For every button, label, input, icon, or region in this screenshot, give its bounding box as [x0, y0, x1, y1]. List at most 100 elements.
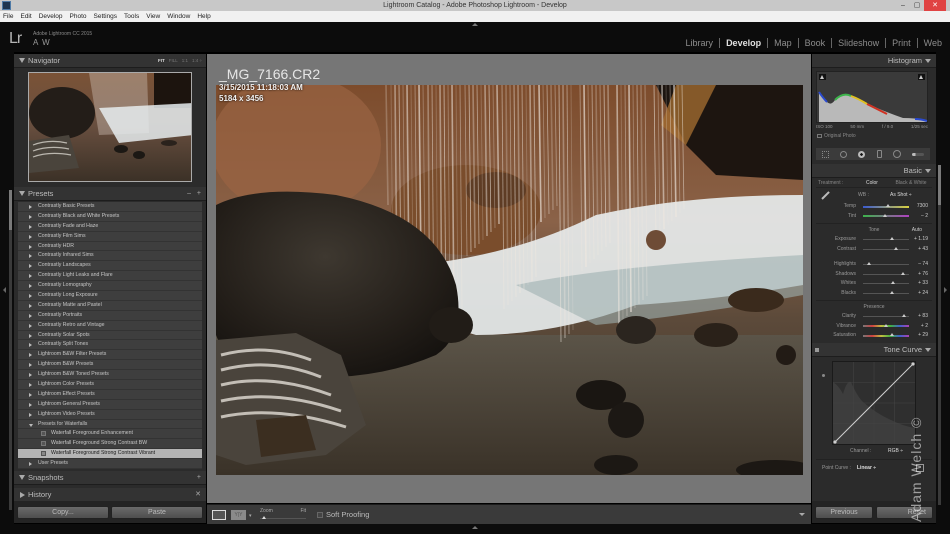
module-book[interactable]: Book — [805, 38, 826, 48]
history-header[interactable]: History ✕ — [14, 488, 206, 502]
shadow-clipping-icon[interactable] — [819, 74, 826, 80]
treatment-black-white[interactable]: Black & White — [890, 178, 932, 187]
slider-saturation[interactable]: Saturation + 29 — [816, 331, 932, 341]
preset-folder[interactable]: Contrastly Long Exposure — [18, 291, 202, 301]
slider-knob[interactable] — [893, 246, 898, 250]
toolbar-menu-icon[interactable] — [799, 513, 805, 516]
basic-header[interactable]: Basic — [812, 164, 936, 178]
slider-value[interactable]: + 2 — [921, 322, 928, 332]
preset-folder[interactable]: Contrastly Black and White Presets — [18, 212, 202, 222]
presets-header[interactable]: Presets – + — [14, 187, 206, 201]
top-panel-toggle-icon[interactable] — [472, 23, 478, 26]
scrollbar-thumb[interactable] — [938, 165, 941, 205]
menu-help[interactable]: Help — [197, 11, 210, 22]
slider-temp[interactable]: Temp 7300 — [816, 202, 932, 212]
slider-exposure[interactable]: Exposure + 1.19 — [816, 235, 932, 245]
menu-view[interactable]: View — [146, 11, 160, 22]
slider-value[interactable]: + 76 — [918, 270, 928, 280]
preset-folder[interactable]: Contrastly Solar Spots — [18, 331, 202, 341]
tone-curve-graph[interactable] — [832, 360, 916, 445]
before-after-menu-icon[interactable]: ▾ — [249, 513, 252, 519]
reset-button[interactable]: Reset — [876, 506, 933, 519]
slider-value[interactable]: + 33 — [918, 279, 928, 289]
channel-select[interactable]: RGB ÷ — [888, 445, 903, 457]
slider-knob[interactable] — [884, 323, 889, 327]
slider-value[interactable]: + 43 — [918, 245, 928, 255]
zoom-1-1[interactable]: 1:1 — [182, 54, 188, 68]
crop-overlay-icon[interactable] — [821, 150, 829, 158]
slider-value[interactable]: + 1.19 — [914, 235, 928, 245]
slider-knob[interactable] — [901, 271, 906, 275]
spot-removal-icon[interactable] — [839, 150, 847, 158]
preset-folder[interactable]: Contrastly Retro and Vintage — [18, 321, 202, 331]
preset-folder[interactable]: Presets for Waterfalls — [18, 420, 202, 430]
slider-knob[interactable] — [866, 262, 871, 265]
right-panel-toggle-icon[interactable] — [944, 287, 947, 293]
histogram-header[interactable]: Histogram — [812, 54, 936, 68]
slider-highlights[interactable]: Highlights – 74 — [816, 260, 932, 270]
menu-file[interactable]: File — [3, 11, 13, 22]
preset-folder[interactable]: Lightroom Effect Presets — [18, 390, 202, 400]
clear-history-button[interactable]: ✕ — [195, 488, 201, 502]
preset-folder[interactable]: Contrastly HDR — [18, 242, 202, 252]
preset-folder[interactable]: Lightroom B&W Presets — [18, 360, 202, 371]
graduated-filter-icon[interactable] — [876, 150, 882, 158]
slider-shadows[interactable]: Shadows + 76 — [816, 270, 932, 280]
module-develop[interactable]: Develop — [726, 38, 761, 48]
remove-preset-button[interactable]: – — [187, 190, 191, 197]
slider-knob[interactable] — [886, 204, 891, 207]
preset-folder[interactable]: Contrastly Infrared Sims — [18, 251, 202, 262]
soft-proofing-checkbox[interactable] — [317, 512, 323, 518]
slider-value[interactable]: + 24 — [918, 289, 928, 299]
snapshots-header[interactable]: Snapshots + — [14, 471, 206, 485]
slider-knob[interactable] — [891, 281, 896, 284]
adjustment-brush-icon[interactable] — [912, 152, 925, 156]
preset-folder[interactable]: Contrastly Matte and Pastel — [18, 301, 202, 311]
slider-value[interactable]: + 29 — [918, 331, 928, 341]
original-photo-toggle[interactable]: Original Photo — [816, 133, 932, 143]
menu-edit[interactable]: Edit — [20, 11, 31, 22]
histogram[interactable] — [816, 71, 928, 123]
left-panel-toggle-icon[interactable] — [3, 287, 6, 293]
copy-button[interactable]: Copy... — [17, 506, 109, 519]
left-panel-scrollbar[interactable] — [9, 190, 12, 510]
radial-filter-icon[interactable] — [892, 150, 901, 158]
zoom-slider[interactable] — [260, 518, 306, 519]
slider-value[interactable]: 7300 — [917, 202, 928, 212]
add-preset-button[interactable]: + — [197, 190, 201, 197]
slider-track[interactable] — [863, 283, 909, 284]
slider-vibrance[interactable]: Vibrance + 2 — [816, 322, 932, 332]
menu-settings[interactable]: Settings — [94, 11, 118, 22]
zoom-fill[interactable]: FILL — [169, 54, 178, 68]
slider-knob[interactable] — [889, 333, 894, 336]
add-snapshot-button[interactable]: + — [197, 471, 201, 485]
preset-folder[interactable]: User Presets — [18, 459, 202, 470]
slider-knob[interactable] — [889, 237, 894, 240]
scrollbar-thumb[interactable] — [9, 190, 12, 230]
preset-folder[interactable]: Lightroom B&W Filter Presets — [18, 350, 202, 361]
targeted-adjustment-icon[interactable] — [822, 373, 825, 377]
slider-track[interactable] — [863, 239, 909, 240]
menu-window[interactable]: Window — [167, 11, 190, 22]
tone-curve-header[interactable]: Tone Curve — [812, 342, 936, 357]
paste-button[interactable]: Paste — [111, 506, 203, 519]
preset-folder[interactable]: Contrastly Film Sims — [18, 232, 202, 242]
minimize-button[interactable]: – — [896, 0, 910, 11]
highlight-clipping-icon[interactable] — [918, 74, 925, 80]
original-photo-checkbox[interactable] — [817, 134, 822, 138]
slider-value[interactable]: – 74 — [918, 260, 928, 270]
preset-folder[interactable]: Lightroom Video Presets — [18, 410, 202, 420]
slider-knob[interactable] — [902, 314, 907, 317]
preset-item[interactable]: Waterfall Foreground Strong Contrast BW — [18, 439, 202, 450]
preset-folder[interactable]: Lightroom Color Presets — [18, 380, 202, 390]
previous-button[interactable]: Previous — [815, 506, 873, 519]
preset-folder[interactable]: Contrastly Light Leaks and Flare — [18, 271, 202, 282]
slider-clarity[interactable]: Clarity + 83 — [816, 312, 932, 322]
module-print[interactable]: Print — [892, 38, 911, 48]
preset-folder[interactable]: Contrastly Landscapes — [18, 261, 202, 272]
eyedropper-icon[interactable] — [821, 191, 830, 200]
slider-tint[interactable]: Tint – 2 — [816, 212, 932, 222]
preset-folder[interactable]: Lightroom B&W Toned Presets — [18, 370, 202, 381]
module-map[interactable]: Map — [774, 38, 792, 48]
slider-whites[interactable]: Whites + 33 — [816, 279, 932, 289]
